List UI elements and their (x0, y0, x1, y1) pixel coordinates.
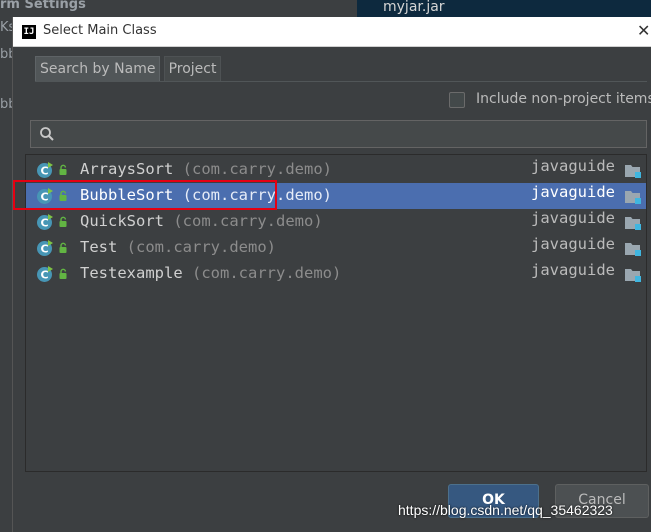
tab-project[interactable]: Project (163, 56, 222, 82)
module-folder-icon (625, 243, 641, 256)
tab-divider (35, 81, 647, 82)
class-name: ArraysSort (80, 160, 174, 178)
lock-icon (59, 242, 67, 253)
module-name: javaguide (531, 235, 615, 253)
class-package: (com.carry.demo) (192, 264, 342, 282)
class-icon: C (37, 240, 53, 256)
lock-icon (59, 268, 67, 279)
watermark-url: https://blog.csdn.net/qq_35462323 (398, 502, 613, 518)
module-folder-icon (625, 269, 641, 282)
close-icon[interactable]: ✕ (637, 21, 650, 40)
include-non-project-label[interactable]: Include non-project items (476, 91, 651, 107)
class-name: Testexample (80, 264, 183, 282)
tab-search-by-name[interactable]: Search by Name (35, 56, 161, 82)
search-input[interactable] (59, 124, 643, 146)
class-package: (com.carry.demo) (182, 160, 332, 178)
search-field[interactable] (30, 120, 647, 148)
module-name: javaguide (531, 209, 615, 227)
class-icon: C (37, 162, 53, 178)
class-package: (com.carry.demo) (126, 238, 276, 256)
module-name: javaguide (531, 183, 615, 201)
class-icon: C (37, 266, 53, 282)
dialog-title: Select Main Class (43, 23, 157, 38)
class-name: QuickSort (80, 212, 164, 230)
class-name: Test (80, 238, 118, 256)
svg-text:C: C (40, 165, 48, 178)
annotation-highlight-box (13, 180, 277, 210)
module-folder-icon (625, 165, 641, 178)
module-folder-icon (625, 191, 641, 204)
class-icon: C (37, 214, 53, 230)
background-jar-label: myjar.jar (383, 0, 445, 15)
include-non-project-checkbox[interactable] (449, 92, 465, 108)
svg-text:C: C (40, 217, 48, 230)
lock-icon (59, 216, 67, 227)
module-name: javaguide (531, 157, 615, 175)
module-name: javaguide (531, 261, 615, 279)
search-icon (40, 127, 54, 141)
class-list-item[interactable]: C Testexample (com.carry.demo) javaguide (26, 261, 646, 287)
svg-text:C: C (40, 269, 48, 282)
dialog-titlebar[interactable]: IJ Select Main Class ✕ (13, 17, 651, 47)
svg-text:C: C (40, 243, 48, 256)
module-folder-icon (625, 217, 641, 230)
tab-bar: Search by Name Project (35, 56, 222, 82)
background-settings-text: rm Settings (0, 0, 86, 12)
class-package: (com.carry.demo) (173, 212, 323, 230)
class-list-item[interactable]: C Test (com.carry.demo) javaguide (26, 235, 646, 261)
intellij-app-icon: IJ (22, 25, 36, 39)
select-main-class-dialog: IJ Select Main Class ✕ Search by Name Pr… (12, 17, 651, 532)
class-list-item[interactable]: C QuickSort (com.carry.demo) javaguide (26, 209, 646, 235)
lock-icon (59, 164, 67, 175)
